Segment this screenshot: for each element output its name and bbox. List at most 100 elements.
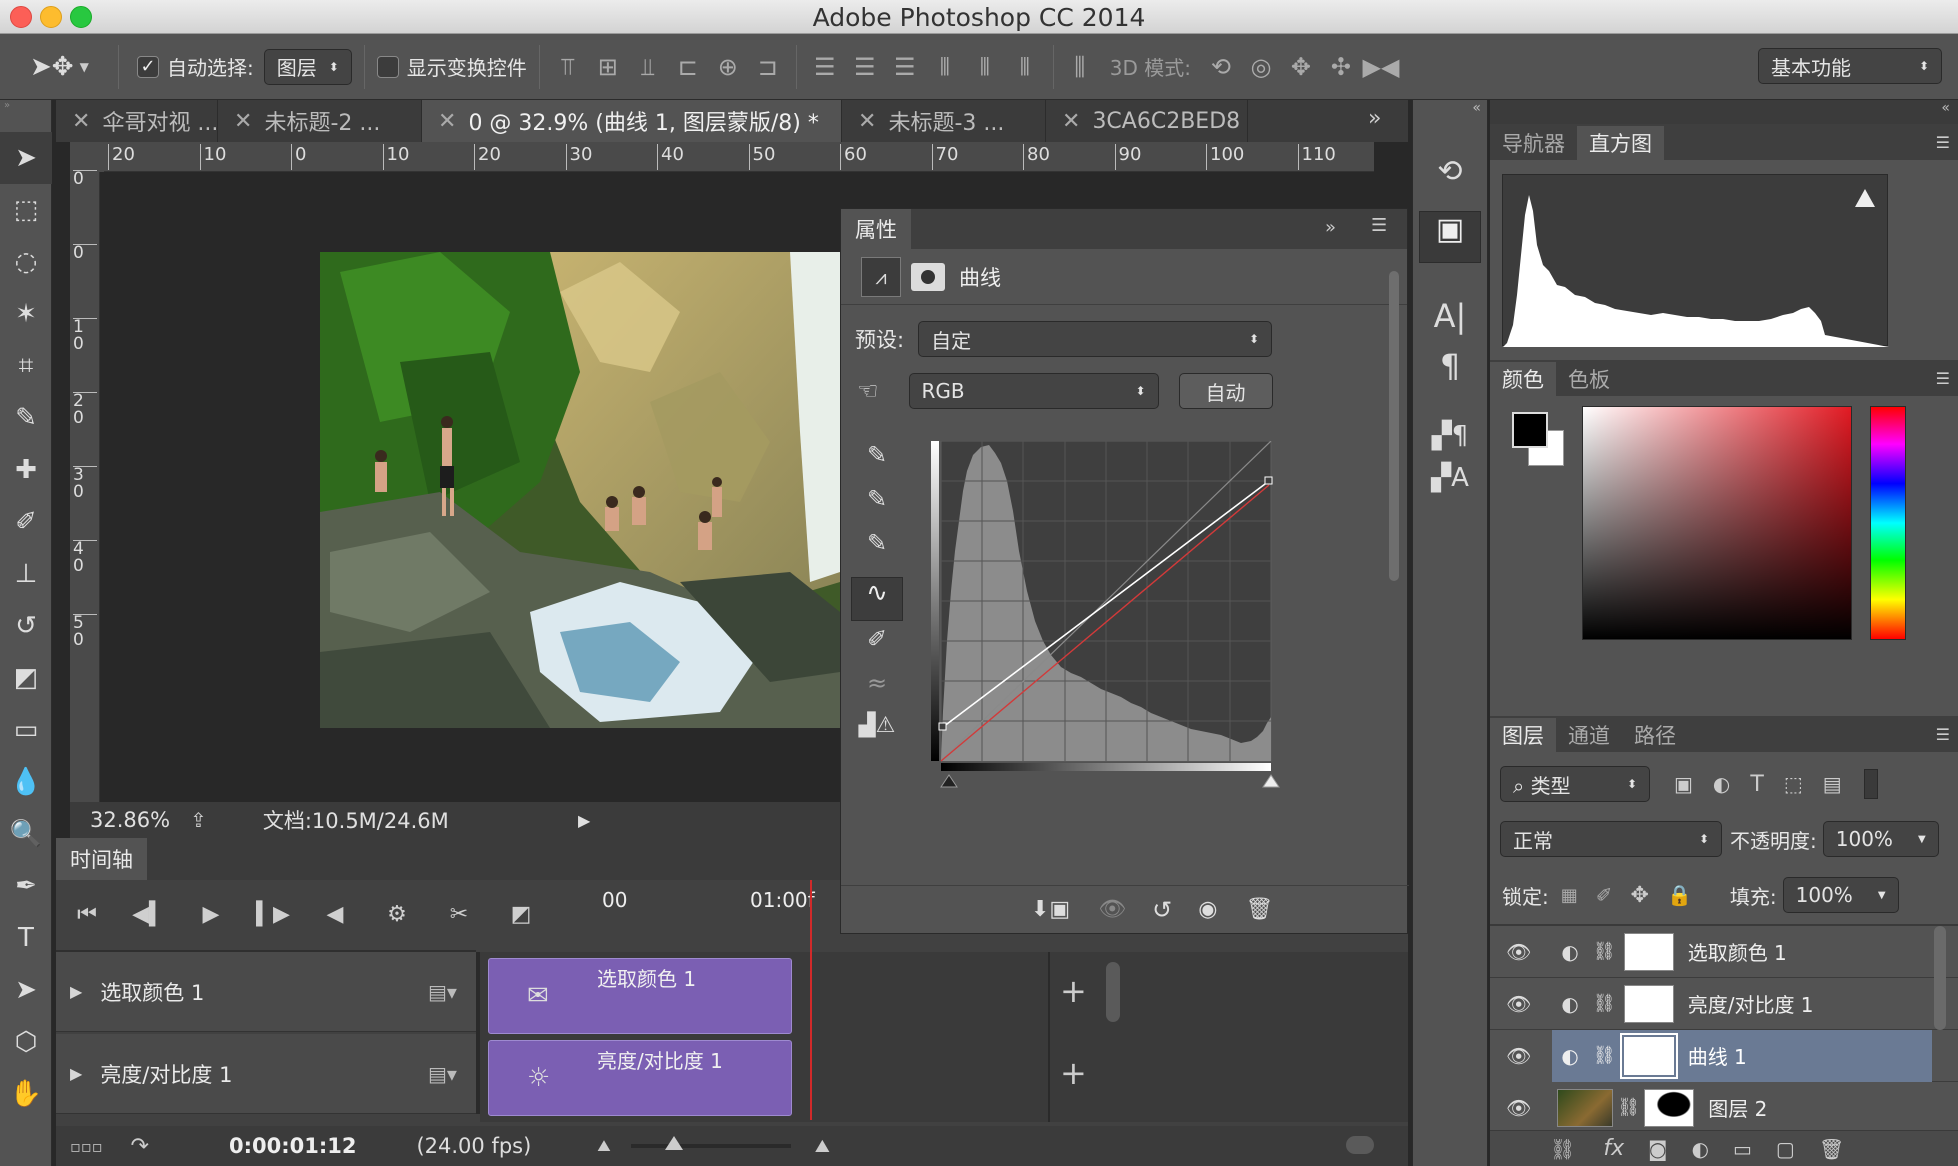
link-layers-icon[interactable]: ⛓ bbox=[1550, 1137, 1575, 1161]
blur-tool-icon[interactable]: 💧 bbox=[0, 756, 52, 808]
hue-slider[interactable] bbox=[1870, 406, 1906, 640]
3d-slide-icon[interactable]: ✣ bbox=[1321, 53, 1361, 81]
curves-adjustment-icon[interactable]: ⩘ bbox=[861, 256, 901, 297]
view-previous-state-icon[interactable]: 👁 bbox=[1098, 897, 1126, 922]
paragraph-panel-icon[interactable]: ¶ bbox=[1413, 347, 1487, 385]
eye-icon[interactable]: 👁 bbox=[1506, 1044, 1531, 1068]
move-tool-icon[interactable]: ➤ bbox=[0, 132, 52, 184]
delete-adjustment-icon[interactable]: 🗑 bbox=[1245, 897, 1273, 922]
tab-channels[interactable]: 通道 bbox=[1556, 718, 1622, 752]
layer-mask-thumbnail[interactable] bbox=[1623, 932, 1674, 971]
draw-curve-pencil-icon[interactable]: ✐ bbox=[851, 625, 903, 669]
zoom-level[interactable]: 32.86% bbox=[90, 808, 170, 832]
chevron-down-icon[interactable]: ▼ bbox=[1918, 834, 1926, 845]
targeted-adjustment-icon[interactable]: ☜ bbox=[857, 377, 879, 405]
distribute-bottom-icon[interactable]: ☰ bbox=[885, 53, 925, 81]
3d-roll-icon[interactable]: ◎ bbox=[1241, 53, 1281, 81]
marquee-tool-icon[interactable]: ⬚ bbox=[0, 184, 52, 236]
clips-area[interactable]: 选取颜色 1 ✉ 亮度/对比度 1 ☼ + + bbox=[480, 952, 1408, 1122]
layer-thumbnail[interactable] bbox=[1557, 1088, 1614, 1127]
canvas-area[interactable] bbox=[100, 172, 840, 802]
character-panel-icon[interactable]: A| bbox=[1413, 297, 1487, 335]
path-selection-tool-icon[interactable]: ➤ bbox=[0, 964, 52, 1016]
align-right-icon[interactable]: ⊐ bbox=[748, 53, 788, 81]
filter-smart-object-icon[interactable]: ▤ bbox=[1823, 772, 1842, 796]
clone-stamp-tool-icon[interactable]: ⊥ bbox=[0, 548, 52, 600]
panel-menu-icon[interactable]: ☰ bbox=[1936, 369, 1950, 388]
tab-layers[interactable]: 图层 bbox=[1490, 718, 1556, 752]
white-point-eyedropper-icon[interactable]: ✎ bbox=[851, 529, 903, 573]
properties-tab[interactable]: 属性 bbox=[841, 209, 911, 249]
tab-doc-4[interactable]: ✕ 未标题-3 ... bbox=[842, 100, 1046, 142]
distribute-left-icon[interactable]: ⫴ bbox=[925, 53, 965, 81]
panel-menu-icon[interactable]: ☰ bbox=[1936, 133, 1950, 152]
link-icon[interactable]: ⛓ bbox=[1617, 1097, 1640, 1118]
histogram-view[interactable] bbox=[1502, 174, 1889, 347]
collapse-panel-icon[interactable]: » bbox=[1325, 217, 1336, 238]
workspace-select[interactable]: 基本功能 ⬍ bbox=[1758, 48, 1942, 84]
tab-doc-active[interactable]: ✕ 0 @ 32.9% (曲线 1, 图层蒙版/8) * bbox=[422, 100, 842, 142]
close-tab-icon[interactable]: ✕ bbox=[234, 109, 252, 134]
eyedropper-tool-icon[interactable]: ✎ bbox=[0, 392, 52, 444]
align-bottom-icon[interactable]: ⫫ bbox=[628, 53, 668, 81]
auto-select-checkbox[interactable]: ✓ bbox=[137, 55, 159, 78]
properties-panel-icon[interactable]: ▣ bbox=[1419, 211, 1481, 263]
eye-icon[interactable]: 👁 bbox=[1506, 1096, 1531, 1120]
black-point-eyedropper-icon[interactable]: ✎ bbox=[851, 441, 903, 485]
vertical-scrollbar[interactable] bbox=[1106, 962, 1120, 1022]
auto-align-icon[interactable]: ⫼ bbox=[1060, 53, 1100, 81]
film-strip-icon[interactable]: ▤▾ bbox=[428, 1062, 457, 1086]
align-hcenter-icon[interactable]: ⊕ bbox=[708, 53, 748, 81]
panel-collapse-handle[interactable]: » bbox=[0, 100, 51, 112]
tab-swatches[interactable]: 色板 bbox=[1556, 362, 1622, 396]
add-media-icon[interactable]: + bbox=[1060, 972, 1087, 1010]
dock-collapse-icon[interactable]: « bbox=[1413, 100, 1487, 124]
zoom-out-icon[interactable]: ⛰ bbox=[597, 1136, 610, 1156]
color-field[interactable] bbox=[1582, 406, 1852, 640]
layer-mask-thumbnail[interactable] bbox=[1619, 1032, 1678, 1079]
align-left-icon[interactable]: ⊏ bbox=[668, 53, 708, 81]
lasso-tool-icon[interactable]: ◌ bbox=[0, 236, 52, 288]
dodge-tool-icon[interactable]: 🔍 bbox=[0, 808, 52, 860]
add-mask-icon[interactable]: ◙ bbox=[1648, 1137, 1667, 1161]
warning-icon[interactable] bbox=[1855, 189, 1875, 207]
auto-button[interactable]: 自动 bbox=[1178, 373, 1273, 409]
shape-tool-icon[interactable]: ⬡ bbox=[0, 1016, 52, 1068]
tab-navigator[interactable]: 导航器 bbox=[1490, 126, 1577, 160]
auto-select-target-select[interactable]: 图层 ⬍ bbox=[263, 48, 352, 85]
distribute-right-icon[interactable]: ⫴ bbox=[1005, 53, 1045, 81]
settings-gear-icon[interactable]: ⚙ bbox=[366, 902, 428, 927]
link-icon[interactable]: ⛓ bbox=[1593, 1045, 1616, 1066]
zoom-slider[interactable] bbox=[630, 1136, 791, 1150]
link-icon[interactable]: ⛓ bbox=[1593, 993, 1616, 1014]
link-icon[interactable]: ⛓ bbox=[1593, 941, 1616, 962]
new-adjustment-icon[interactable]: ◐ bbox=[1692, 1137, 1709, 1161]
layers-scrollbar[interactable] bbox=[1934, 926, 1946, 1030]
document-image[interactable] bbox=[320, 252, 840, 728]
filter-kind-select[interactable]: ⌕ 类型 ⬍ bbox=[1500, 766, 1650, 802]
distribute-vcenter-icon[interactable]: ☰ bbox=[845, 53, 885, 81]
curves-graph[interactable] bbox=[931, 441, 1339, 797]
eye-icon[interactable]: 👁 bbox=[1506, 940, 1531, 964]
layer-mask-thumbnail[interactable] bbox=[1623, 984, 1674, 1023]
slider-thumb[interactable] bbox=[664, 1136, 683, 1150]
fill-input[interactable]: 100% ▼ bbox=[1782, 877, 1899, 913]
3d-pan-icon[interactable]: ✥ bbox=[1281, 53, 1321, 81]
channel-select[interactable]: RGB ⬍ bbox=[908, 373, 1159, 409]
tab-doc-1[interactable]: ✕ 伞哥对视 ... bbox=[56, 100, 218, 142]
expand-triangle-icon[interactable]: ▶ bbox=[70, 1064, 82, 1083]
3d-rotate-icon[interactable]: ⟲ bbox=[1201, 53, 1241, 81]
paragraph-styles-icon[interactable]: ▞¶ bbox=[1413, 421, 1487, 451]
frame-view-icon[interactable]: ▫▫▫ bbox=[70, 1137, 103, 1156]
tool-preset-picker[interactable]: ➤✥ ▼ bbox=[30, 52, 110, 82]
layer-row[interactable]: 👁 ⛓ 图层 2 bbox=[1490, 1082, 1958, 1134]
more-tabs-icon[interactable]: » bbox=[1368, 106, 1381, 131]
panel-menu-icon[interactable]: ☰ bbox=[1371, 215, 1387, 236]
eraser-tool-icon[interactable]: ◩ bbox=[0, 652, 52, 704]
distribute-hcenter-icon[interactable]: ⫴ bbox=[965, 53, 1005, 81]
previous-frame-icon[interactable]: ◀▍ bbox=[118, 902, 180, 927]
smooth-curve-icon[interactable]: ≈ bbox=[851, 669, 903, 713]
expand-triangle-icon[interactable]: ▶ bbox=[70, 982, 82, 1001]
clip-selective-color[interactable]: 选取颜色 1 ✉ bbox=[488, 958, 792, 1034]
filter-type-icon[interactable]: T bbox=[1750, 772, 1763, 797]
